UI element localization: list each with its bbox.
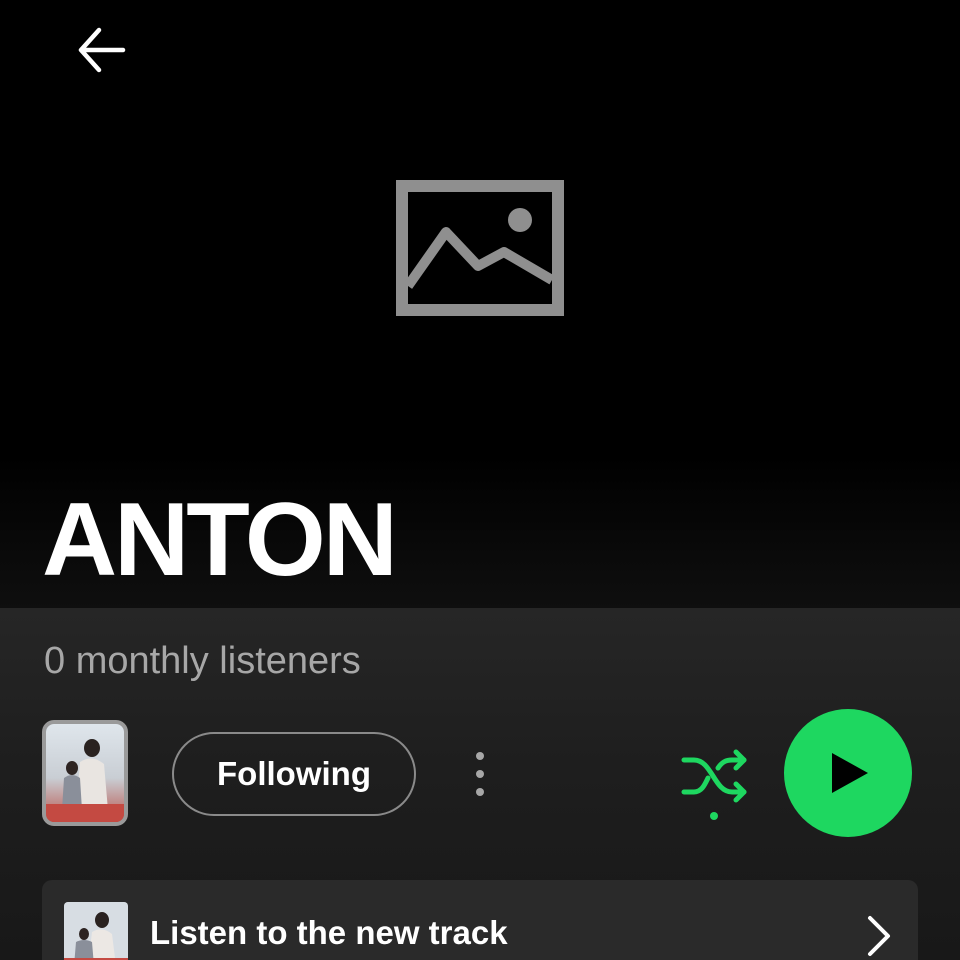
arrow-left-icon [78, 27, 126, 73]
promo-label: Listen to the new track [150, 914, 508, 951]
artist-content: 0 monthly listeners Following Listen to … [0, 608, 960, 960]
cover-art-image [46, 724, 124, 822]
image-placeholder-icon [396, 180, 564, 316]
artist-pick-cover[interactable] [42, 720, 128, 826]
promo-thumbnail [64, 902, 128, 960]
play-button[interactable] [784, 709, 912, 837]
track-art-image [64, 902, 128, 960]
more-options-button[interactable] [460, 744, 500, 804]
more-vertical-icon-dot [476, 752, 484, 760]
play-icon [832, 753, 868, 793]
artist-page: ANTON 0 monthly listeners Following List… [0, 0, 960, 960]
more-vertical-icon-dot [476, 788, 484, 796]
monthly-listeners: 0 monthly listeners [44, 640, 361, 682]
more-vertical-icon-dot [476, 770, 484, 778]
artist-name: ANTON [42, 482, 398, 598]
shuffle-icon[interactable] [678, 742, 752, 824]
chevron-right-icon [868, 916, 890, 956]
new-track-promo[interactable]: Listen to the new track [42, 880, 918, 960]
back-button[interactable] [66, 18, 136, 82]
following-button[interactable]: Following [172, 732, 416, 816]
artist-header: ANTON [0, 0, 960, 608]
